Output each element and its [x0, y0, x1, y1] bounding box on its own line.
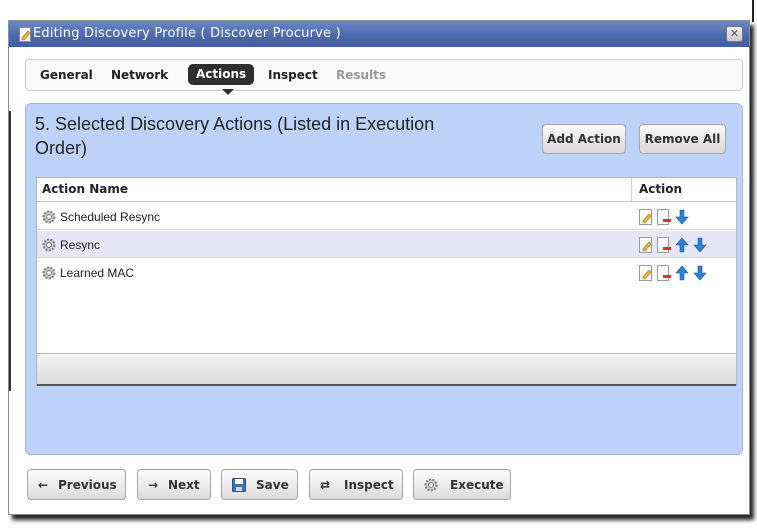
next-button[interactable]: → Next [137, 469, 211, 500]
grid-footer-border [37, 384, 736, 386]
column-header-action[interactable]: Action [639, 182, 682, 196]
swap-arrows-icon: ⇄ [320, 478, 331, 492]
add-action-button[interactable]: Add Action [542, 124, 626, 154]
execute-button[interactable]: Execute [413, 469, 511, 500]
inspect-button[interactable]: ⇄ Inspect [309, 469, 403, 500]
delete-icon[interactable] [657, 237, 671, 253]
grid-footer [37, 353, 736, 386]
move-down-icon[interactable] [693, 237, 707, 253]
gear-icon [42, 210, 56, 224]
action-name: Resync [60, 238, 101, 252]
column-divider [631, 178, 632, 202]
tab-results: Results [336, 68, 387, 82]
move-up-icon[interactable] [675, 265, 689, 281]
action-name: Scheduled Resync [60, 210, 161, 224]
grid-empty-area [37, 283, 736, 353]
close-button[interactable]: ✕ [726, 26, 743, 42]
profile-edit-icon [19, 27, 31, 42]
tab-actions[interactable]: Actions [188, 64, 255, 85]
gear-icon [42, 266, 56, 280]
tab-inspect[interactable]: Inspect [268, 68, 318, 82]
floppy-disk-icon [232, 478, 246, 492]
table-row[interactable]: Scheduled Resync [37, 203, 736, 230]
edit-icon[interactable] [639, 237, 653, 253]
window-edge [752, 0, 754, 22]
action-name: Learned MAC [60, 266, 135, 280]
arrow-right-icon: → [148, 478, 159, 492]
edit-icon[interactable] [639, 209, 653, 225]
tab-general[interactable]: General [40, 68, 93, 82]
discovery-profile-dialog: Editing Discovery Profile ( Discover Pro… [8, 20, 750, 515]
grid-header: Action Name Action [37, 178, 736, 202]
save-button[interactable]: Save [221, 469, 298, 500]
tab-bar: General Network Actions Inspect Results [25, 59, 743, 95]
arrow-left-icon: ← [38, 478, 49, 492]
remove-all-button[interactable]: Remove All [639, 124, 726, 154]
delete-icon[interactable] [657, 265, 671, 281]
gear-icon [42, 238, 56, 252]
actions-panel: 5. Selected Discovery Actions (Listed in… [25, 103, 743, 455]
move-down-icon[interactable] [693, 265, 707, 281]
dialog-titlebar[interactable]: Editing Discovery Profile ( Discover Pro… [9, 21, 749, 47]
dialog-edge [9, 111, 11, 391]
previous-button[interactable]: ← Previous [27, 469, 126, 500]
table-row[interactable]: Learned MAC [37, 259, 736, 286]
actions-grid: Action Name Action Scheduled Resync Resy… [36, 177, 737, 386]
move-up-icon[interactable] [675, 237, 689, 253]
column-header-action-name[interactable]: Action Name [42, 182, 128, 196]
tab-network[interactable]: Network [111, 68, 168, 82]
panel-heading: 5. Selected Discovery Actions (Listed in… [35, 114, 435, 158]
move-down-icon[interactable] [675, 209, 689, 225]
gear-icon [424, 478, 438, 492]
dialog-title: Editing Discovery Profile ( Discover Pro… [33, 26, 341, 41]
table-row[interactable]: Resync [37, 231, 736, 258]
edit-icon[interactable] [639, 265, 653, 281]
active-tab-pointer [222, 89, 234, 95]
delete-icon[interactable] [657, 209, 671, 225]
close-icon: ✕ [729, 27, 740, 40]
